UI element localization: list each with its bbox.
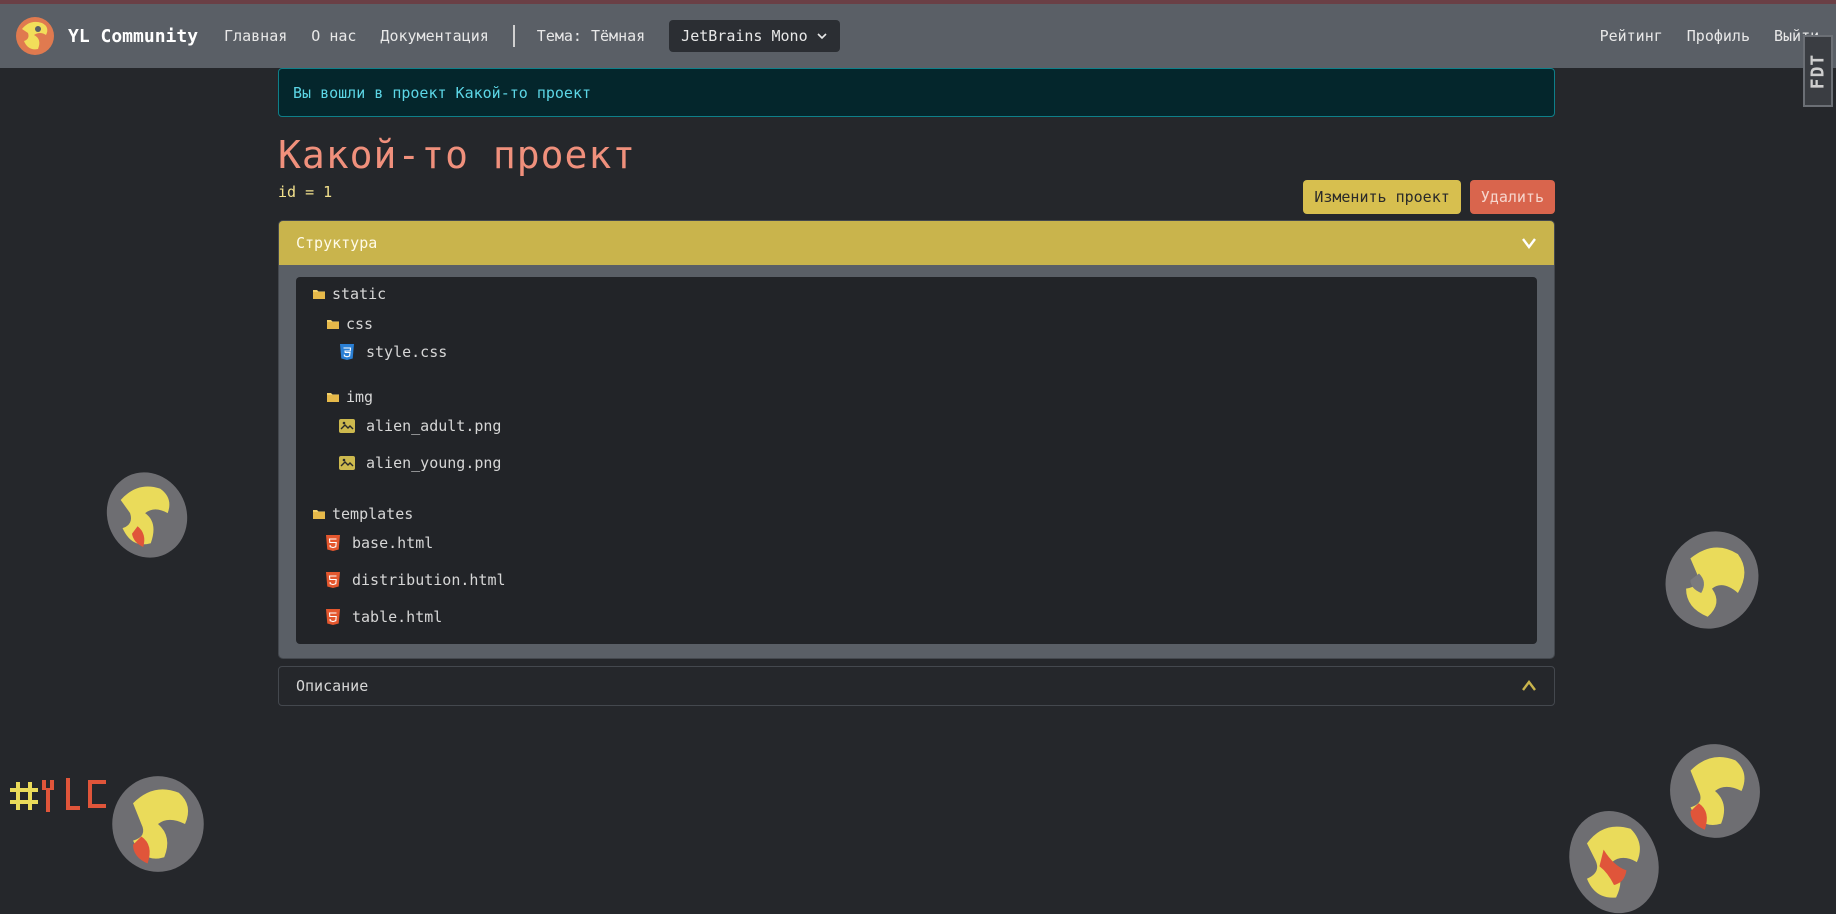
- html5-file-icon: [326, 609, 340, 625]
- brand[interactable]: YL Community: [14, 15, 198, 57]
- hashtag-yl-logo-icon: [10, 778, 106, 812]
- delete-project-button[interactable]: Удалить: [1469, 180, 1555, 214]
- navbar: YL Community Главная О нас Документация …: [0, 4, 1836, 68]
- tree-label: alien_young.png: [366, 454, 502, 472]
- tree-label: img: [346, 388, 374, 406]
- folder-icon: [313, 510, 325, 519]
- side-extension-badge[interactable]: FDT: [1803, 35, 1833, 107]
- tree-file-base-html[interactable]: base.html: [324, 534, 433, 552]
- structure-body: static css style.css img alien_adult.png…: [279, 265, 1554, 658]
- tree-label: style.css: [366, 343, 448, 361]
- image-file-icon: [339, 456, 355, 470]
- main-container: Вы вошли в проект Какой-то проект Какой-…: [278, 68, 1555, 706]
- project-accordion: Структура static css style.css img alien…: [278, 220, 1555, 706]
- tree-file-distribution-html[interactable]: distribution.html: [324, 571, 506, 589]
- tree-folder-css[interactable]: css: [326, 315, 373, 333]
- tree-label: distribution.html: [352, 571, 506, 589]
- structure-header[interactable]: Структура: [279, 221, 1554, 265]
- tree-file-alien-adult[interactable]: alien_adult.png: [338, 417, 501, 435]
- collapse-caret-icon: [1522, 238, 1536, 249]
- tree-file-table-html[interactable]: table.html: [324, 608, 442, 626]
- project-title: Какой-то проект: [278, 133, 637, 177]
- tree-label: base.html: [352, 534, 434, 552]
- nav-rating[interactable]: Рейтинг: [1600, 27, 1663, 45]
- folder-icon: [327, 320, 339, 329]
- font-select[interactable]: JetBrains Mono: [669, 20, 840, 52]
- tree-file-style-css[interactable]: style.css: [338, 343, 447, 361]
- tree-folder-templates[interactable]: templates: [312, 505, 413, 523]
- nav-links: Главная О нас Документация Тема: Тёмная …: [224, 20, 840, 52]
- mascot-decoration-icon: [1670, 744, 1760, 838]
- tree-label: css: [346, 315, 374, 333]
- expand-caret-icon: [1522, 680, 1536, 691]
- description-label: Описание: [296, 677, 369, 695]
- nav-profile[interactable]: Профиль: [1687, 27, 1750, 45]
- mascot-decoration-icon: [1665, 531, 1759, 629]
- tree-file-alien-young[interactable]: alien_young.png: [338, 454, 501, 472]
- edit-project-button[interactable]: Изменить проект: [1303, 180, 1461, 214]
- css3-file-icon: [340, 344, 354, 360]
- chevron-down-icon: [817, 33, 827, 40]
- brand-name: YL Community: [68, 25, 199, 47]
- font-select-value: JetBrains Mono: [681, 27, 808, 45]
- nav-home[interactable]: Главная: [224, 27, 287, 45]
- file-tree: static css style.css img alien_adult.png…: [296, 277, 1537, 644]
- description-header[interactable]: Описание: [278, 666, 1555, 706]
- html5-file-icon: [326, 572, 340, 588]
- nav-docs[interactable]: Документация: [380, 27, 488, 45]
- tree-folder-img[interactable]: img: [326, 388, 373, 406]
- structure-panel: Структура static css style.css img alien…: [278, 220, 1555, 659]
- nav-about[interactable]: О нас: [311, 27, 356, 45]
- yl-logo-icon: [16, 17, 54, 55]
- structure-label: Структура: [296, 234, 378, 252]
- tree-label: templates: [332, 505, 414, 523]
- side-badge-text: FDT: [1807, 53, 1829, 89]
- login-alert: Вы вошли в проект Какой-то проект: [278, 68, 1555, 117]
- html5-file-icon: [326, 535, 340, 551]
- folder-icon: [313, 290, 325, 299]
- image-file-icon: [339, 419, 355, 433]
- nav-right: Рейтинг Профиль Выйти: [1600, 4, 1836, 68]
- nav-divider: [512, 25, 515, 47]
- mascot-decoration-icon: [106, 472, 188, 558]
- tree-folder-static[interactable]: static: [312, 285, 386, 303]
- tree-label: static: [332, 285, 387, 303]
- project-actions: Изменить проект Удалить: [1303, 180, 1555, 214]
- tree-label: table.html: [352, 608, 443, 626]
- alert-text: Вы вошли в проект Какой-то проект: [293, 83, 592, 102]
- theme-toggle[interactable]: Тема: Тёмная: [537, 27, 645, 45]
- mascot-decoration-icon: [1569, 810, 1659, 914]
- tree-label: alien_adult.png: [366, 417, 502, 435]
- folder-icon: [327, 393, 339, 402]
